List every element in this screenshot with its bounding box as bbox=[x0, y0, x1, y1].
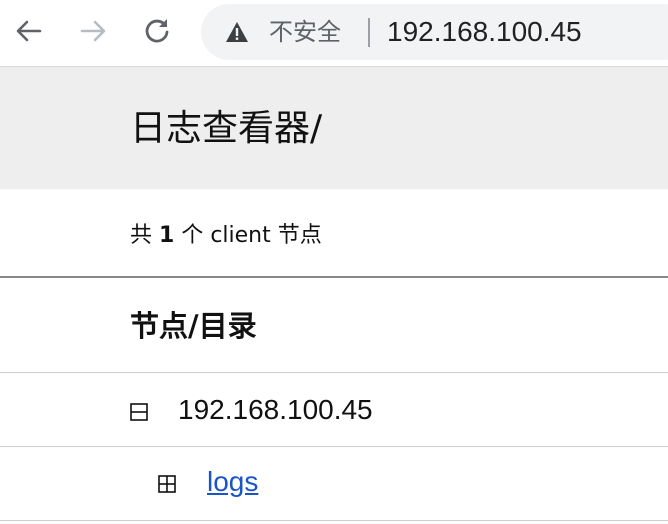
summary-prefix: 共 bbox=[130, 223, 153, 248]
url-divider bbox=[368, 18, 370, 47]
reload-icon bbox=[145, 19, 169, 43]
summary-row: 共 1 个 client 节点 bbox=[0, 189, 668, 278]
warning-icon[interactable] bbox=[225, 21, 249, 43]
tree-row-directory: logs bbox=[0, 447, 668, 521]
page-title: 日志查看器/ bbox=[130, 108, 323, 149]
arrow-right-icon bbox=[80, 20, 106, 42]
collapse-icon[interactable] bbox=[130, 403, 148, 421]
reload-button[interactable] bbox=[140, 14, 174, 48]
column-header: 节点/目录 bbox=[0, 278, 668, 373]
address-bar[interactable]: 不安全 192.168.100.45 bbox=[201, 4, 668, 60]
page-header: 日志查看器/ bbox=[0, 67, 668, 189]
tree-row-node: 192.168.100.45 bbox=[0, 373, 668, 447]
expand-icon[interactable] bbox=[158, 475, 176, 493]
security-status-label[interactable]: 不安全 bbox=[269, 17, 341, 47]
back-button[interactable] bbox=[12, 14, 46, 48]
node-count-summary: 共 1 个 client 节点 bbox=[130, 222, 322, 250]
directory-link-logs[interactable]: logs bbox=[207, 465, 258, 499]
node-count: 1 bbox=[159, 223, 175, 248]
url-text[interactable]: 192.168.100.45 bbox=[387, 16, 582, 48]
forward-button[interactable] bbox=[76, 14, 110, 48]
node-label: 192.168.100.45 bbox=[178, 394, 373, 425]
arrow-left-icon bbox=[16, 20, 42, 42]
column-header-title: 节点/目录 bbox=[130, 309, 257, 343]
browser-toolbar: 不安全 192.168.100.45 bbox=[0, 0, 668, 67]
summary-suffix: 个 client 节点 bbox=[181, 223, 322, 248]
